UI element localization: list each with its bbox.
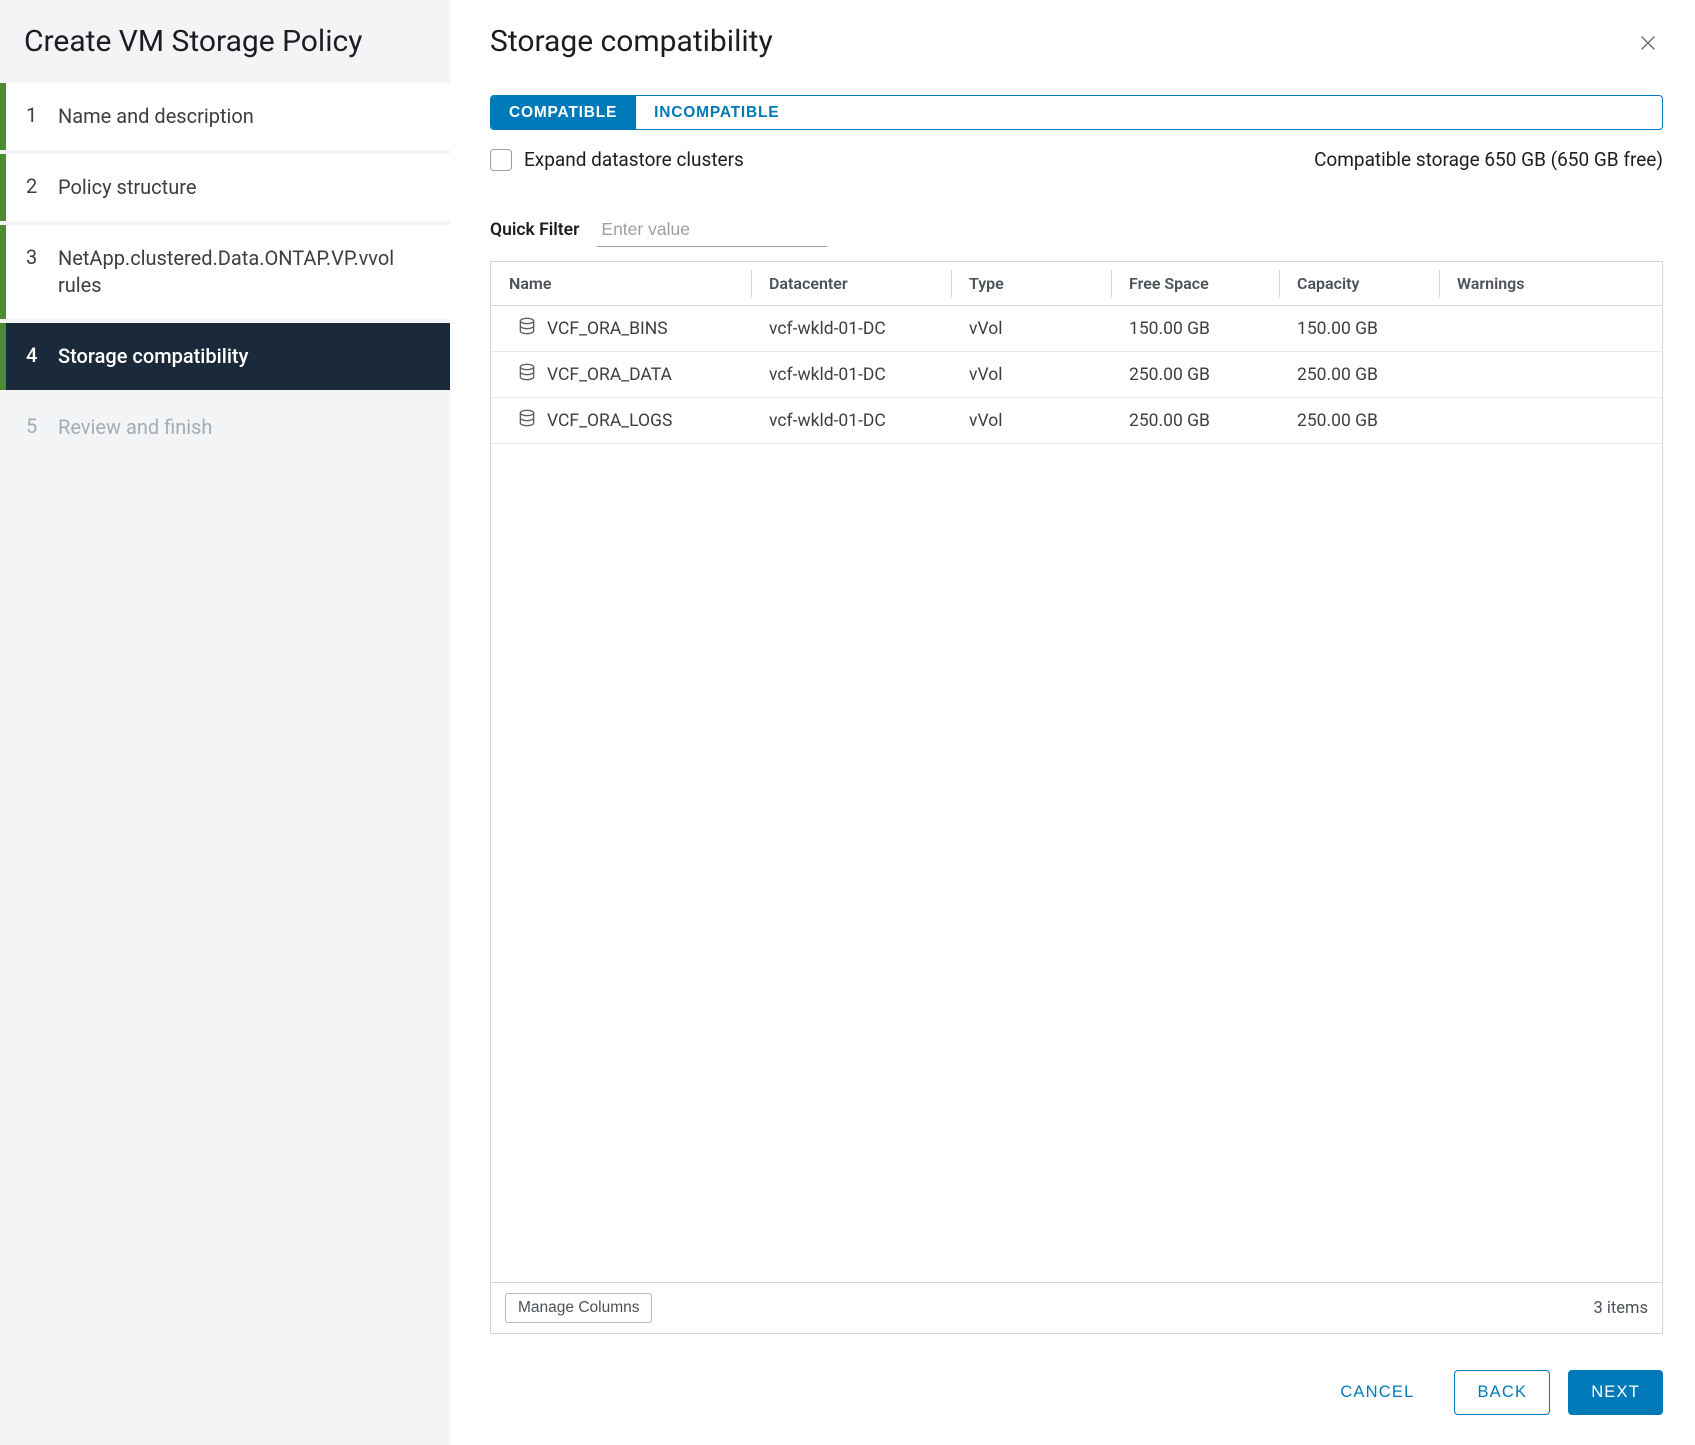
expand-clusters-label: Expand datastore clusters	[524, 148, 744, 171]
datastore-name: VCF_ORA_LOGS	[547, 411, 672, 431]
step-label: Storage compatibility	[58, 343, 248, 370]
cell-warnings	[1439, 411, 1662, 431]
tab-incompatible[interactable]: INCOMPATIBLE	[635, 96, 797, 129]
col-capacity[interactable]: Capacity	[1279, 262, 1439, 305]
step-number: 2	[26, 174, 54, 198]
main-panel: Storage compatibility COMPATIBLE INCOMPA…	[450, 0, 1695, 1445]
compatible-storage-summary: Compatible storage 650 GB (650 GB free)	[1314, 148, 1663, 171]
datastore-name: VCF_ORA_BINS	[547, 319, 668, 339]
wizard-step-1[interactable]: 1Name and description	[0, 83, 450, 150]
col-free-space[interactable]: Free Space	[1111, 262, 1279, 305]
cell-free-space: 150.00 GB	[1111, 309, 1279, 349]
dialog-footer: CANCEL BACK NEXT	[490, 1334, 1663, 1415]
col-name[interactable]: Name	[491, 262, 751, 305]
cell-name: VCF_ORA_DATA	[491, 352, 751, 397]
step-label: Review and finish	[58, 414, 212, 441]
step-number: 5	[26, 414, 54, 438]
cancel-button[interactable]: CANCEL	[1318, 1371, 1436, 1414]
cell-capacity: 250.00 GB	[1279, 401, 1439, 441]
step-number: 4	[26, 343, 54, 367]
close-icon	[1637, 42, 1659, 57]
step-number: 1	[26, 103, 54, 127]
step-label: NetApp.clustered.Data.ONTAP.VP.vvol rule…	[58, 245, 434, 299]
cell-datacenter: vcf-wkld-01-DC	[751, 355, 951, 395]
datastore-icon	[517, 362, 537, 387]
cell-datacenter: vcf-wkld-01-DC	[751, 309, 951, 349]
table-header-row: Name Datacenter Type Free Space Capacity…	[491, 262, 1662, 306]
wizard-step-2[interactable]: 2Policy structure	[0, 154, 450, 221]
cell-free-space: 250.00 GB	[1111, 355, 1279, 395]
compatibility-tabs: COMPATIBLE INCOMPATIBLE	[490, 95, 1663, 130]
cell-type: vVol	[951, 401, 1111, 441]
datastore-icon	[517, 408, 537, 433]
table-row[interactable]: VCF_ORA_DATAvcf-wkld-01-DCvVol250.00 GB2…	[491, 352, 1662, 398]
col-warnings[interactable]: Warnings	[1439, 262, 1662, 305]
close-button[interactable]	[1631, 26, 1665, 63]
cell-free-space: 250.00 GB	[1111, 401, 1279, 441]
cell-capacity: 250.00 GB	[1279, 355, 1439, 395]
col-datacenter[interactable]: Datacenter	[751, 262, 951, 305]
datastore-table: Name Datacenter Type Free Space Capacity…	[490, 261, 1663, 1334]
tab-compatible[interactable]: COMPATIBLE	[491, 96, 635, 129]
cell-type: vVol	[951, 355, 1111, 395]
wizard-step-3[interactable]: 3NetApp.clustered.Data.ONTAP.VP.vvol rul…	[0, 225, 450, 319]
cell-name: VCF_ORA_LOGS	[491, 398, 751, 443]
item-count: 3 items	[1593, 1299, 1648, 1318]
cell-warnings	[1439, 319, 1662, 339]
page-title: Storage compatibility	[490, 14, 1663, 95]
expand-clusters-checkbox[interactable]	[490, 149, 512, 171]
wizard-title: Create VM Storage Policy	[0, 14, 450, 83]
wizard-step-5: 5Review and finish	[0, 394, 450, 461]
quick-filter-input[interactable]	[597, 213, 827, 247]
col-type[interactable]: Type	[951, 262, 1111, 305]
cell-warnings	[1439, 365, 1662, 385]
datastore-icon	[517, 316, 537, 341]
datastore-name: VCF_ORA_DATA	[547, 365, 672, 385]
step-number: 3	[26, 245, 54, 269]
next-button[interactable]: NEXT	[1568, 1370, 1663, 1415]
cell-capacity: 150.00 GB	[1279, 309, 1439, 349]
wizard-step-4[interactable]: 4Storage compatibility	[0, 323, 450, 390]
create-vm-storage-policy-dialog: Create VM Storage Policy 1Name and descr…	[0, 0, 1695, 1445]
cell-type: vVol	[951, 309, 1111, 349]
expand-clusters-option[interactable]: Expand datastore clusters	[490, 148, 744, 171]
manage-columns-button[interactable]: Manage Columns	[505, 1293, 652, 1323]
back-button[interactable]: BACK	[1454, 1370, 1550, 1415]
quick-filter-label: Quick Filter	[490, 220, 579, 240]
wizard-sidebar: Create VM Storage Policy 1Name and descr…	[0, 0, 450, 1445]
step-label: Name and description	[58, 103, 254, 130]
table-row[interactable]: VCF_ORA_BINSvcf-wkld-01-DCvVol150.00 GB1…	[491, 306, 1662, 352]
cell-datacenter: vcf-wkld-01-DC	[751, 401, 951, 441]
table-row[interactable]: VCF_ORA_LOGSvcf-wkld-01-DCvVol250.00 GB2…	[491, 398, 1662, 444]
step-label: Policy structure	[58, 174, 196, 201]
cell-name: VCF_ORA_BINS	[491, 306, 751, 351]
